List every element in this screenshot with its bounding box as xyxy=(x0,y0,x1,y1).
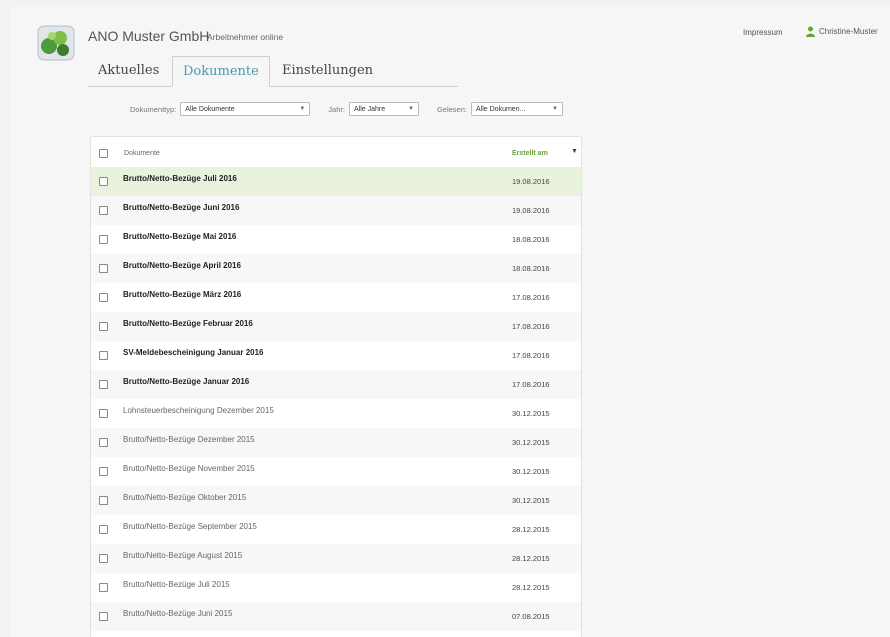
app-page: ANO Muster GmbH Arbeitnehmer online Impr… xyxy=(10,6,890,637)
document-date: 17.08.2016 xyxy=(512,380,550,389)
row-checkbox[interactable] xyxy=(99,177,108,186)
document-row[interactable]: Brutto/Netto-Bezüge Juli 2016 19.08.2016 xyxy=(91,167,581,196)
document-row[interactable]: Brutto/Netto-Bezüge Juli 2015 28.12.2015 xyxy=(91,573,581,602)
user-icon xyxy=(806,26,815,37)
select-all-checkbox[interactable] xyxy=(99,149,108,158)
row-checkbox[interactable] xyxy=(99,235,108,244)
document-row[interactable]: Brutto/Netto-Bezüge November 2015 30.12.2… xyxy=(91,457,581,486)
row-checkbox[interactable] xyxy=(99,351,108,360)
document-date: 17.08.2016 xyxy=(512,322,550,331)
row-checkbox[interactable] xyxy=(99,380,108,389)
document-title[interactable]: Brutto/Netto-Bezüge November 2015 xyxy=(123,464,255,473)
document-title[interactable]: Brutto/Netto-Bezüge Mai 2016 xyxy=(123,232,236,241)
row-checkbox[interactable] xyxy=(99,525,108,534)
document-row[interactable]: SV-Meldebescheinigung Januar 2016 17.08.2… xyxy=(91,341,581,370)
document-row[interactable]: Brutto/Netto-Bezüge Juni 2016 19.08.2016 xyxy=(91,196,581,225)
column-documents: Dokumente xyxy=(124,150,160,157)
row-checkbox[interactable] xyxy=(99,583,108,592)
row-checkbox[interactable] xyxy=(99,496,108,505)
document-title[interactable]: Brutto/Netto-Bezüge April 2016 xyxy=(123,261,241,270)
document-date: 30.12.2015 xyxy=(512,438,550,447)
company-name: ANO Muster GmbH xyxy=(88,28,210,44)
read-status-label: Gelesen: xyxy=(436,104,467,114)
year-select[interactable]: Alle Jahre ▼ xyxy=(348,102,419,116)
document-title[interactable]: Brutto/Netto-Bezüge Dezember 2015 xyxy=(123,435,255,444)
document-date: 28.12.2015 xyxy=(512,583,550,592)
document-title[interactable]: Brutto/Netto-Bezüge Januar 2016 xyxy=(123,377,249,386)
user-menu[interactable]: Christine-Muster xyxy=(806,26,878,37)
column-created-sort[interactable]: Erstellt am xyxy=(512,150,548,157)
document-row[interactable]: Brutto/Netto-Bezüge Februar 2016 17.08.20… xyxy=(91,312,581,341)
document-row[interactable]: Brutto/Netto-Bezüge Mai 2016 18.08.2016 xyxy=(91,225,581,254)
impressum-link[interactable]: Impressum xyxy=(743,28,783,37)
year-label: Jahr: xyxy=(328,104,345,114)
document-date: 30.12.2015 xyxy=(512,467,550,476)
document-title[interactable]: Brutto/Netto-Bezüge August 2015 xyxy=(123,551,242,560)
document-date: 28.12.2015 xyxy=(512,525,550,534)
document-type-label: Dokumenttyp: xyxy=(130,104,177,114)
document-date: 07.08.2015 xyxy=(512,612,550,621)
row-checkbox[interactable] xyxy=(99,206,108,215)
tab-einstellungen[interactable]: Einstellungen xyxy=(272,56,383,86)
document-date: 17.08.2016 xyxy=(512,351,550,360)
document-row[interactable]: Brutto/Netto-Bezüge Juni 2015 07.08.2015 xyxy=(91,602,581,631)
document-date: 18.08.2016 xyxy=(512,235,550,244)
document-type-value: Alle Dokumente xyxy=(185,105,235,113)
document-title[interactable]: Brutto/Netto-Bezüge März 2016 xyxy=(123,290,241,299)
document-title[interactable]: Brutto/Netto-Bezüge Februar 2016 xyxy=(123,319,253,328)
row-checkbox[interactable] xyxy=(99,612,108,621)
tab-dokumente[interactable]: Dokumente xyxy=(172,56,270,87)
document-type-select[interactable]: Alle Dokumente ▼ xyxy=(180,102,311,116)
document-date: 19.08.2016 xyxy=(512,206,550,215)
document-row[interactable]: Lohnsteuerbescheinigung Dezember 2015 30.… xyxy=(91,399,581,428)
row-checkbox[interactable] xyxy=(99,293,108,302)
chevron-down-icon: ▼ xyxy=(552,106,558,112)
document-title[interactable]: Brutto/Netto-Bezüge Juli 2016 xyxy=(123,174,237,183)
document-date: 30.12.2015 xyxy=(512,409,550,418)
user-name: Christine-Muster xyxy=(819,27,878,36)
row-checkbox[interactable] xyxy=(99,467,108,476)
document-title[interactable]: Brutto/Netto-Bezüge Juni 2015 xyxy=(123,609,232,618)
document-row[interactable]: Brutto/Netto-Bezüge April 2016 18.08.2016 xyxy=(91,254,581,283)
row-checkbox[interactable] xyxy=(99,438,108,447)
document-row[interactable]: Brutto/Netto-Bezüge August 2015 28.12.201… xyxy=(91,544,581,573)
main-tabs: Aktuelles Dokumente Einstellungen xyxy=(88,56,458,87)
read-status-value: Alle Dokumen... xyxy=(476,105,526,113)
document-date: 17.08.2016 xyxy=(512,293,550,302)
document-row[interactable]: Brutto/Netto-Bezüge September 2015 28.12.… xyxy=(91,515,581,544)
document-row[interactable]: Brutto/Netto-Bezüge Dezember 2015 30.12.2… xyxy=(91,428,581,457)
document-title[interactable]: Brutto/Netto-Bezüge Juni 2016 xyxy=(123,203,239,212)
document-title[interactable]: Brutto/Netto-Bezüge September 2015 xyxy=(123,522,257,531)
chevron-down-icon: ▼ xyxy=(408,106,414,112)
filter-bar: Dokumenttyp: Alle Dokumente ▼ Jahr: Alle… xyxy=(130,101,581,117)
row-checkbox[interactable] xyxy=(99,554,108,563)
year-value: Alle Jahre xyxy=(353,105,386,113)
app-subtitle: Arbeitnehmer online xyxy=(207,32,284,42)
documents-panel: Dokumente Erstellt am ▼ Brutto/Netto-Bez… xyxy=(90,136,582,637)
document-date: 19.08.2016 xyxy=(512,177,550,186)
document-date: 30.12.2015 xyxy=(512,496,550,505)
document-title[interactable]: Lohnsteuerbescheinigung Dezember 2015 xyxy=(123,406,274,415)
row-checkbox[interactable] xyxy=(99,409,108,418)
document-row[interactable]: Brutto/Netto-Bezüge Januar 2016 17.08.201… xyxy=(91,370,581,399)
tab-aktuelles[interactable]: Aktuelles xyxy=(88,56,169,86)
document-title[interactable]: Brutto/Netto-Bezüge Oktober 2015 xyxy=(123,493,246,502)
document-date: 28.12.2015 xyxy=(512,554,550,563)
table-header: Dokumente Erstellt am ▼ xyxy=(91,137,581,167)
documents-list: Brutto/Netto-Bezüge Juli 2016 19.08.2016 B… xyxy=(91,167,581,631)
document-title[interactable]: SV-Meldebescheinigung Januar 2016 xyxy=(123,348,264,357)
read-status-select[interactable]: Alle Dokumen... ▼ xyxy=(471,102,563,116)
document-date: 18.08.2016 xyxy=(512,264,550,273)
row-checkbox[interactable] xyxy=(99,322,108,331)
document-row[interactable]: Brutto/Netto-Bezüge Oktober 2015 30.12.20… xyxy=(91,486,581,515)
chevron-down-icon: ▼ xyxy=(299,106,306,112)
row-checkbox[interactable] xyxy=(99,264,108,273)
chevron-down-icon[interactable]: ▼ xyxy=(571,148,578,155)
document-title[interactable]: Brutto/Netto-Bezüge Juli 2015 xyxy=(123,580,230,589)
document-row[interactable]: Brutto/Netto-Bezüge März 2016 17.08.2016 xyxy=(91,283,581,312)
company-logo xyxy=(36,24,76,62)
